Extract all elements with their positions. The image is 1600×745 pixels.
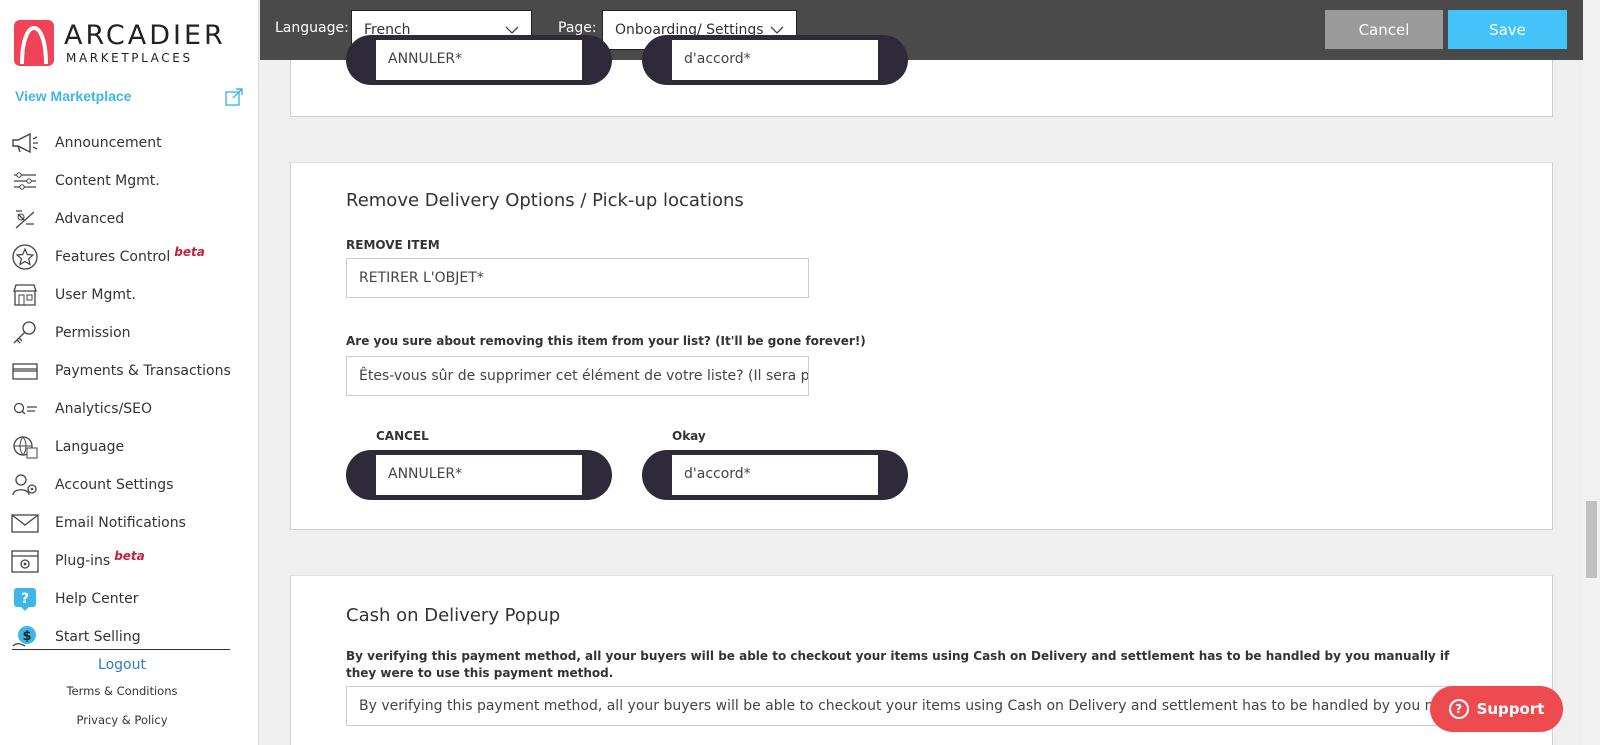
section-title: Remove Delivery Options / Pick-up locati…	[346, 190, 744, 211]
sidebar-item-announcement[interactable]: Announcement	[0, 124, 259, 162]
cod-description-label: By verifying this payment method, all yo…	[346, 649, 1450, 680]
chevron-down-icon	[770, 26, 784, 34]
sidebar-item-language[interactable]: Language	[0, 428, 259, 466]
sidebar-item-label: Announcement	[55, 135, 162, 151]
svg-text:?: ?	[21, 591, 29, 607]
language-label: Language:	[275, 20, 349, 36]
save-button[interactable]: Save	[1448, 10, 1567, 49]
cancel-label: CANCEL	[376, 429, 429, 443]
sidebar-item-account-settings[interactable]: Account Settings	[0, 466, 259, 504]
sidebar-item-email-notifications[interactable]: Email Notifications	[0, 504, 259, 542]
confirm-message-input[interactable]: Êtes-vous sûr de supprimer cet élément d…	[346, 356, 809, 396]
sidebar-nav: Announcement Content Mgmt. Advanced Feat…	[0, 124, 259, 656]
dollar-icon: $	[10, 624, 40, 650]
megaphone-icon	[10, 130, 40, 156]
confirm-message-label: Are you sure about removing this item fr…	[346, 334, 866, 348]
sidebar-item-payments[interactable]: Payments & Transactions	[0, 352, 259, 390]
sidebar-item-label: Advanced	[55, 211, 125, 227]
privacy-link[interactable]: Privacy & Policy	[0, 713, 244, 727]
sidebar-item-label: Email Notifications	[55, 515, 186, 531]
support-label: Support	[1476, 700, 1545, 718]
sidebar-item-help-center[interactable]: ? Help Center	[0, 580, 259, 618]
remove-delivery-section: Remove Delivery Options / Pick-up locati…	[290, 162, 1553, 530]
sidebar-item-label: Features Control	[55, 249, 171, 265]
sidebar-item-label: Language	[55, 439, 125, 455]
advanced-icon	[10, 206, 40, 232]
sidebar-item-label: Plug-ins	[55, 553, 111, 569]
sidebar-item-label: Payments & Transactions	[55, 363, 231, 379]
sidebar-item-plugins[interactable]: Plug-ins beta	[0, 542, 259, 580]
cancel-pill: ANNULER*	[346, 450, 612, 500]
search-list-icon	[10, 396, 40, 422]
okay-pill: d'accord*	[642, 450, 908, 500]
sidebar-item-start-selling[interactable]: $ Start Selling	[0, 618, 259, 656]
sidebar-item-user-mgmt[interactable]: User Mgmt.	[0, 276, 259, 314]
previous-section-card: ANNULER* d'accord*	[290, 35, 1553, 117]
sidebar-item-label: Account Settings	[55, 477, 174, 493]
sidebar-item-features-control[interactable]: Features Control beta	[0, 238, 259, 276]
user-gear-icon	[10, 472, 40, 498]
question-icon: ?	[1448, 699, 1469, 719]
brand-name: ARCADIER	[64, 20, 226, 51]
arcadier-logo-icon	[14, 20, 54, 66]
card-icon	[10, 358, 40, 384]
sidebar-item-permission[interactable]: Permission	[0, 314, 259, 352]
svg-text:$: $	[22, 629, 31, 644]
external-link-icon[interactable]	[224, 87, 244, 107]
support-button[interactable]: ? Support	[1430, 686, 1563, 732]
view-marketplace-link[interactable]: View Marketplace	[15, 88, 131, 104]
page-scrollbar[interactable]	[1583, 0, 1600, 745]
sidebar-item-label: Permission	[55, 325, 131, 341]
logout-link[interactable]: Logout	[0, 657, 244, 673]
chevron-down-icon	[505, 26, 519, 34]
sidebar-item-label: User Mgmt.	[55, 287, 136, 303]
sidebar-divider	[12, 649, 230, 650]
key-icon	[10, 320, 40, 346]
globe-icon	[10, 434, 40, 460]
star-icon	[10, 244, 40, 270]
sidebar: ARCADIER MARKETPLACES View Marketplace A…	[0, 0, 259, 745]
cancel-text-input[interactable]: ANNULER*	[376, 455, 582, 495]
remove-item-input[interactable]: RETIRER L'OBJET*	[346, 258, 809, 298]
scrollbar-thumb[interactable]	[1586, 501, 1597, 578]
plugin-icon	[10, 548, 40, 574]
page-label: Page:	[558, 20, 597, 36]
brand-logo[interactable]: ARCADIER MARKETPLACES	[14, 20, 226, 66]
cancel-button[interactable]: Cancel	[1325, 10, 1443, 49]
remove-item-label: REMOVE ITEM	[346, 238, 440, 252]
cod-description-input[interactable]: By verifying this payment method, all yo…	[346, 686, 1499, 726]
okay-text-input[interactable]: d'accord*	[672, 455, 878, 495]
cancel-text-input[interactable]: ANNULER*	[376, 40, 582, 80]
okay-label: Okay	[672, 429, 706, 443]
beta-badge: beta	[114, 549, 145, 563]
cash-on-delivery-section: Cash on Delivery Popup By verifying this…	[290, 575, 1553, 745]
cancel-pill: ANNULER*	[346, 35, 612, 85]
terms-link[interactable]: Terms & Conditions	[0, 684, 244, 698]
okay-text-input[interactable]: d'accord*	[672, 40, 878, 80]
okay-pill: d'accord*	[642, 35, 908, 85]
envelope-icon	[10, 510, 40, 536]
beta-badge: beta	[174, 245, 205, 259]
sidebar-item-advanced[interactable]: Advanced	[0, 200, 259, 238]
sidebar-item-label: Help Center	[55, 591, 139, 607]
sidebar-item-label: Content Mgmt.	[55, 173, 160, 189]
storefront-icon	[10, 282, 40, 308]
sidebar-item-content-mgmt[interactable]: Content Mgmt.	[0, 162, 259, 200]
section-title: Cash on Delivery Popup	[346, 605, 561, 626]
sidebar-item-label: Start Selling	[55, 629, 141, 645]
help-icon: ?	[10, 586, 40, 612]
sidebar-item-analytics[interactable]: Analytics/SEO	[0, 390, 259, 428]
sliders-icon	[10, 168, 40, 194]
brand-tagline: MARKETPLACES	[66, 51, 193, 65]
sidebar-item-label: Analytics/SEO	[55, 401, 153, 417]
